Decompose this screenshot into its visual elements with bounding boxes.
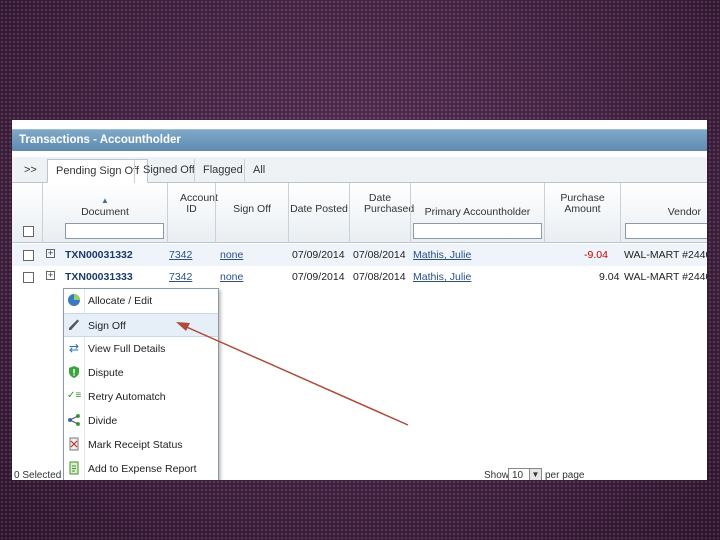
expand-row-icon[interactable]: + [46, 271, 55, 280]
accountholder-link[interactable]: Mathis, Julie [413, 271, 471, 283]
column-document[interactable]: ▲ Document [42, 183, 167, 243]
table-header: ▲ Document Account ID Sign Off Date Post… [12, 183, 707, 243]
per-page-label: per page [545, 470, 585, 480]
column-primary-accountholder[interactable]: Primary Accountholder [410, 183, 544, 243]
receipt-icon [67, 437, 81, 451]
date-posted: 07/09/2014 [292, 249, 345, 261]
column-vendor[interactable]: Vendor [620, 183, 707, 243]
vendor-name: WAL-MART #2440 [624, 271, 707, 283]
column-account-id[interactable]: Account ID [167, 183, 218, 243]
table-row[interactable]: + TXN00031332 7342 none 07/09/2014 07/08… [12, 244, 707, 266]
menu-item-retry-automatch[interactable]: ✓≡ Retry Automatch [64, 385, 218, 409]
document-id[interactable]: TXN00031333 [65, 271, 133, 283]
swap-arrows-icon: ⇄ [68, 341, 80, 355]
document-id[interactable]: TXN00031332 [65, 249, 133, 261]
menu-item-dispute[interactable]: Dispute [64, 361, 218, 385]
row-context-menu: Allocate / Edit Sign Off ⇄ View Full Det… [63, 288, 219, 480]
menu-item-sign-off[interactable]: Sign Off [64, 313, 218, 337]
vendor-filter-input[interactable] [625, 223, 707, 239]
table-footer: 0 Selected Show 10 ▼ per page [12, 468, 707, 480]
tab-signed-off[interactable]: Signed Off [134, 159, 203, 183]
sign-off-link[interactable]: none [220, 271, 243, 283]
page-size-select[interactable]: 10 ▼ [508, 468, 542, 480]
account-id-link[interactable]: 7342 [169, 271, 192, 283]
accountholder-link[interactable]: Mathis, Julie [413, 249, 471, 261]
tab-flagged[interactable]: Flagged [194, 159, 251, 183]
checklist-icon: ✓≡ [67, 390, 82, 401]
vendor-name: WAL-MART #2440 [624, 249, 707, 261]
pie-chart-icon [67, 293, 81, 307]
account-id-link[interactable]: 7342 [169, 249, 192, 261]
date-purchased: 07/08/2014 [353, 271, 406, 283]
menu-item-divide[interactable]: Divide [64, 409, 218, 433]
row-checkbox[interactable] [23, 272, 34, 283]
column-sign-off[interactable]: Sign Off [215, 183, 288, 243]
window-title: Transactions - Accountholder [12, 129, 707, 151]
document-filter-input[interactable] [65, 223, 164, 239]
select-all-checkbox[interactable] [23, 226, 34, 237]
pen-icon [67, 318, 81, 332]
chevron-down-icon: ▼ [529, 469, 541, 480]
tab-bar: >> Pending Sign Off Signed Off Flagged A… [12, 157, 707, 183]
date-purchased: 07/08/2014 [353, 249, 406, 261]
selected-count: 0 Selected [14, 470, 62, 480]
date-posted: 07/09/2014 [292, 271, 345, 283]
sort-up-icon: ▲ [101, 196, 109, 205]
menu-item-allocate-edit[interactable]: Allocate / Edit [64, 289, 218, 313]
expand-row-icon[interactable]: + [46, 249, 55, 258]
app-screenshot: Transactions - Accountholder >> Pending … [12, 120, 707, 480]
purchase-amount: 9.04 [599, 271, 620, 283]
accountholder-filter-input[interactable] [413, 223, 542, 239]
row-checkbox[interactable] [23, 250, 34, 261]
tab-pending-sign-off[interactable]: Pending Sign Off [47, 159, 148, 183]
select-all-column [12, 183, 42, 243]
menu-item-view-full-details[interactable]: ⇄ View Full Details [64, 337, 218, 361]
column-date-posted[interactable]: Date Posted [288, 183, 349, 243]
share-icon [67, 413, 81, 427]
purchase-amount: -9.04 [584, 249, 608, 261]
column-purchase-amount[interactable]: Purchase Amount [544, 183, 620, 243]
sign-off-link[interactable]: none [220, 249, 243, 261]
menu-item-mark-receipt-status[interactable]: Mark Receipt Status [64, 433, 218, 457]
tab-expand[interactable]: >> [16, 159, 45, 183]
tab-all[interactable]: All [244, 159, 273, 183]
show-label: Show [484, 470, 510, 480]
column-date-purchased[interactable]: Date Purchased [349, 183, 414, 243]
warning-shield-icon [67, 365, 81, 379]
table-row[interactable]: + TXN00031333 7342 none 07/09/2014 07/08… [12, 266, 707, 288]
